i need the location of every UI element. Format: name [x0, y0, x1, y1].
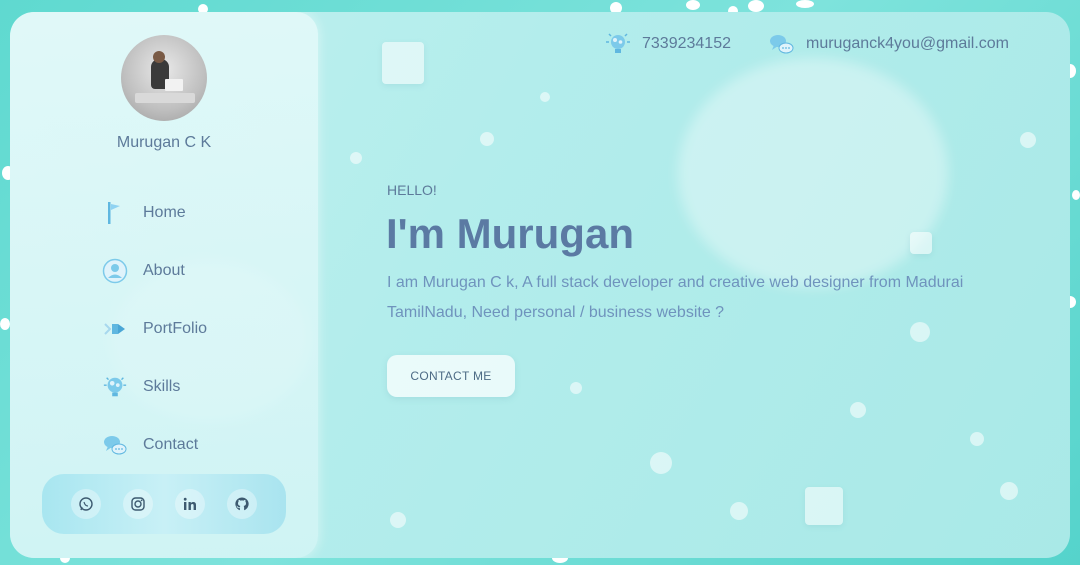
instagram-icon [131, 497, 145, 511]
brain-icon [102, 374, 128, 400]
profile-name: Murugan C K [116, 134, 212, 151]
bokeh-dot [0, 318, 10, 330]
hero-greeting: HELLO! [387, 182, 437, 198]
github-icon [235, 497, 249, 511]
background-speck [1000, 482, 1018, 500]
background-glow [678, 58, 948, 288]
background-speck [970, 432, 984, 446]
background-speck [350, 152, 362, 164]
hero-description: I am Murugan C k, A full stack developer… [387, 274, 964, 321]
phone-contact[interactable]: 7339234152 [604, 32, 731, 56]
instagram-button[interactable] [123, 489, 153, 519]
sidebar-nav: Home About PortFolio Skills Contact [102, 184, 207, 474]
background-speck [390, 512, 406, 528]
whatsapp-button[interactable] [71, 489, 101, 519]
sidebar-item-label: Skills [143, 378, 181, 395]
bokeh-dot [686, 0, 700, 10]
home-flag-icon [102, 200, 128, 226]
contact-me-button[interactable]: CONTACT ME [387, 355, 515, 397]
sidebar-item-home[interactable]: Home [102, 184, 207, 242]
bokeh-dot [748, 0, 764, 12]
user-icon [102, 258, 128, 284]
background-speck [850, 402, 866, 418]
sidebar-item-label: Home [143, 204, 186, 221]
social-links [42, 474, 286, 534]
floating-square [910, 232, 932, 254]
background-speck [480, 132, 494, 146]
bokeh-dot [796, 0, 814, 8]
bokeh-dot [1072, 190, 1080, 200]
sidebar-item-label: Contact [143, 436, 199, 453]
background-speck [540, 92, 550, 102]
floating-square [382, 42, 424, 84]
background-speck [1020, 132, 1036, 148]
phone-number: 7339234152 [642, 35, 731, 52]
linkedin-button[interactable] [175, 489, 205, 519]
chat-icon [770, 35, 794, 54]
github-button[interactable] [227, 489, 257, 519]
whatsapp-icon [79, 497, 93, 511]
background-speck [650, 452, 672, 474]
sidebar-item-label: About [143, 262, 185, 279]
floating-square [805, 487, 843, 525]
chat-icon [102, 432, 128, 458]
background-speck [730, 502, 748, 520]
sidebar-item-contact[interactable]: Contact [102, 416, 207, 474]
avatar [121, 35, 207, 121]
email-address: muruganck4you@gmail.com [806, 35, 1009, 52]
portfolio-icon [102, 316, 128, 342]
email-contact[interactable]: muruganck4you@gmail.com [768, 32, 1009, 56]
linkedin-icon [183, 497, 196, 510]
main-frame: Murugan C K Home About PortFolio Skills … [10, 12, 1070, 558]
brain-icon [606, 33, 630, 53]
hero-headline: I'm Murugan [386, 210, 634, 257]
sidebar-item-skills[interactable]: Skills [102, 358, 207, 416]
background-speck [570, 382, 582, 394]
sidebar: Murugan C K Home About PortFolio Skills … [10, 12, 318, 558]
sidebar-item-about[interactable]: About [102, 242, 207, 300]
sidebar-item-label: PortFolio [143, 320, 208, 337]
sidebar-item-portfolio[interactable]: PortFolio [102, 300, 207, 358]
